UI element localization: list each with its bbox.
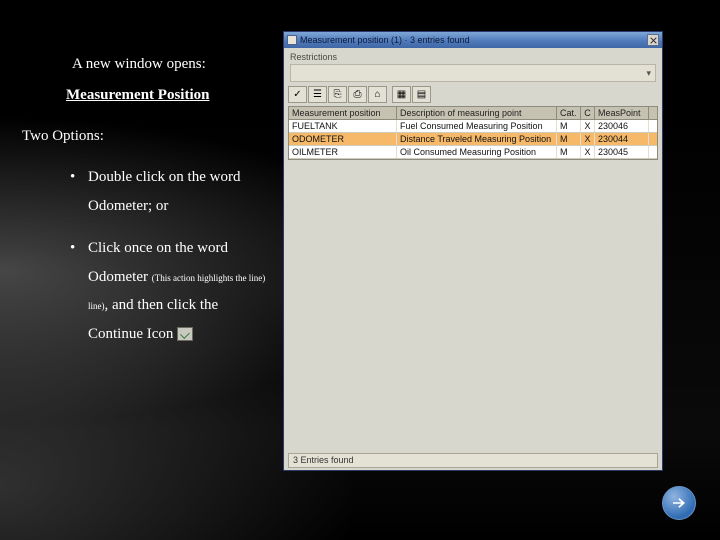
col-measpoint[interactable]: MeasPoint <box>595 107 649 119</box>
toolbar-btn-6[interactable]: ▤ <box>412 86 431 103</box>
toolbar-separator <box>388 86 391 103</box>
cell-meas: 230046 <box>595 120 649 132</box>
close-icon[interactable] <box>647 34 659 46</box>
table-row[interactable]: OILMETEROil Consumed Measuring PositionM… <box>289 146 657 159</box>
restrictions-label: Restrictions <box>290 52 656 62</box>
restrictions-dropdown[interactable]: ▾ <box>290 64 656 82</box>
cell-mp: ODOMETER <box>289 133 397 145</box>
arrow-right-icon <box>670 494 688 512</box>
cell-cat: M <box>557 146 581 158</box>
bullet-item: •Double click on the word Odometer; or <box>70 163 282 220</box>
continue-check-button[interactable]: ✓ <box>288 86 307 103</box>
toolbar-btn-4[interactable]: ⌂ <box>368 86 387 103</box>
continue-icon <box>177 327 193 341</box>
cell-cc: X <box>581 133 595 145</box>
results-table: Measurement position Description of meas… <box>288 106 658 160</box>
cell-cat: M <box>557 120 581 132</box>
cell-desc: Distance Traveled Measuring Position <box>397 133 557 145</box>
intro-text: A new window opens: <box>72 56 282 73</box>
bullet-paren: line) <box>88 301 105 311</box>
bullet-line: Odometer; or <box>88 198 168 214</box>
cell-meas: 230044 <box>595 133 649 145</box>
cell-meas: 230045 <box>595 146 649 158</box>
sap-window: Measurement position (1) · 3 entries fou… <box>283 31 663 471</box>
cell-mp: FUELTANK <box>289 120 397 132</box>
cell-cat: M <box>557 133 581 145</box>
bullet-line: Continue Icon <box>88 326 177 342</box>
toolbar-btn-1[interactable]: ☰ <box>308 86 327 103</box>
table-row[interactable]: ODOMETERDistance Traveled Measuring Posi… <box>289 133 657 146</box>
window-type-icon <box>287 35 297 45</box>
cell-desc: Fuel Consumed Measuring Position <box>397 120 557 132</box>
chevron-down-icon: ▾ <box>646 68 651 79</box>
bullet-line: Click once on the word <box>88 240 228 256</box>
table-row[interactable]: FUELTANKFuel Consumed Measuring Position… <box>289 120 657 133</box>
bullet-item: •Click once on the word Odometer (This a… <box>70 234 282 348</box>
cell-desc: Oil Consumed Measuring Position <box>397 146 557 158</box>
cell-cc: X <box>581 120 595 132</box>
toolbar-btn-2[interactable]: ⎘ <box>328 86 347 103</box>
bullet-line: , and then click the <box>105 297 219 313</box>
titlebar[interactable]: Measurement position (1) · 3 entries fou… <box>284 32 662 48</box>
table-header: Measurement position Description of meas… <box>289 107 657 120</box>
restrictions-section: Restrictions <box>284 48 662 62</box>
panel-title: Measurement Position <box>66 87 282 104</box>
bullet-paren: (This action highlights the line) <box>152 273 265 283</box>
next-slide-button[interactable] <box>662 486 696 520</box>
cell-cc: X <box>581 146 595 158</box>
status-bar: 3 Entries found <box>288 453 658 468</box>
toolbar: ✓ ☰ ⎘ ⎙ ⌂ ▦ ▤ <box>288 86 658 103</box>
instruction-panel: A new window opens: Measurement Position… <box>22 56 282 348</box>
two-options-label: Two Options: <box>22 128 282 145</box>
toolbar-btn-3[interactable]: ⎙ <box>348 86 367 103</box>
toolbar-btn-5[interactable]: ▦ <box>392 86 411 103</box>
col-c[interactable]: C <box>581 107 595 119</box>
bullet-line: Double click on the word <box>88 169 240 185</box>
col-description[interactable]: Description of measuring point <box>397 107 557 119</box>
col-category[interactable]: Cat. <box>557 107 581 119</box>
bullet-line: Odometer <box>88 269 152 285</box>
window-title: Measurement position (1) · 3 entries fou… <box>300 35 644 45</box>
col-measurement-position[interactable]: Measurement position <box>289 107 397 119</box>
cell-mp: OILMETER <box>289 146 397 158</box>
